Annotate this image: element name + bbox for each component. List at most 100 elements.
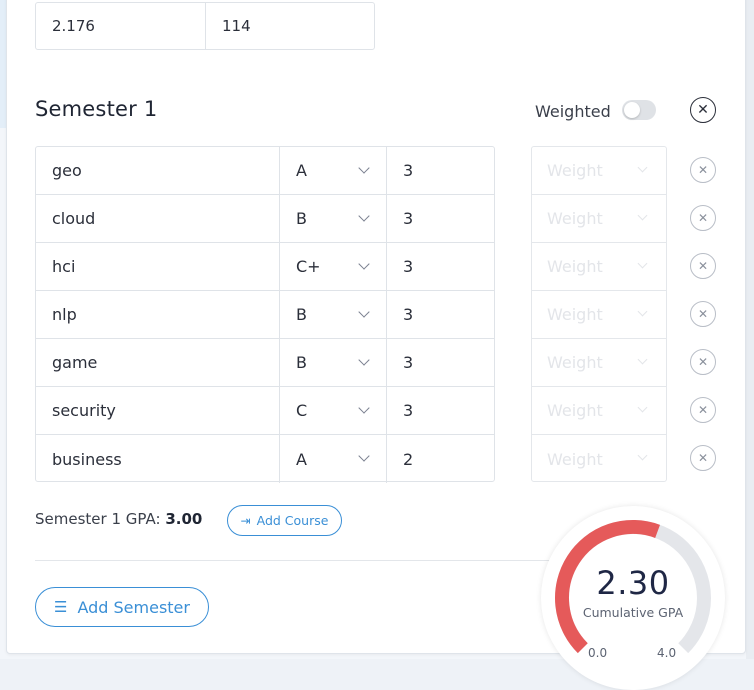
weight-placeholder: Weight xyxy=(547,161,603,180)
add-list-icon: ☰ xyxy=(54,598,68,616)
weight-placeholder: Weight xyxy=(547,401,603,420)
chevron-down-icon xyxy=(358,210,370,222)
course-name-input[interactable]: cloud xyxy=(36,195,280,242)
close-icon: ✕ xyxy=(697,307,709,321)
grade-select[interactable]: C+ xyxy=(280,243,387,290)
weight-select[interactable]: Weight xyxy=(532,291,666,339)
remove-course-button[interactable]: ✕ xyxy=(690,301,716,327)
cumulative-gpa-value: 2.30 xyxy=(596,564,670,602)
chevron-down-icon xyxy=(637,258,648,269)
grade-value: C+ xyxy=(296,257,321,276)
course-row: hci C+ 3 xyxy=(36,243,494,291)
remove-course-button[interactable]: ✕ xyxy=(690,397,716,423)
remove-course-button[interactable]: ✕ xyxy=(690,157,716,183)
credits-input[interactable]: 3 xyxy=(387,195,494,242)
remove-semester-button[interactable]: ✕ xyxy=(690,97,716,123)
grade-value: B xyxy=(296,305,307,324)
course-name-input[interactable]: security xyxy=(36,387,280,434)
chevron-down-icon xyxy=(358,450,370,462)
add-course-icon: ⇥ xyxy=(240,513,251,528)
add-course-button[interactable]: ⇥ Add Course xyxy=(227,505,342,536)
credits-input[interactable]: 3 xyxy=(387,243,494,290)
weighted-label: Weighted xyxy=(535,102,611,121)
course-name-input[interactable]: hci xyxy=(36,243,280,290)
add-course-label: Add Course xyxy=(256,513,329,528)
weighted-toggle[interactable] xyxy=(622,100,656,120)
credits-input[interactable]: 2 xyxy=(387,435,494,483)
credits-input[interactable]: 3 xyxy=(387,291,494,338)
chevron-down-icon xyxy=(637,354,648,365)
course-row: security C 3 xyxy=(36,387,494,435)
previous-credits-input[interactable]: 114 xyxy=(206,3,374,49)
cumulative-gpa-gauge: 2.30 Cumulative GPA 0.0 4.0 xyxy=(541,506,725,690)
toggle-knob xyxy=(624,102,640,118)
course-row: cloud B 3 xyxy=(36,195,494,243)
close-icon: ✕ xyxy=(697,403,709,417)
course-name-input[interactable]: geo xyxy=(36,147,280,194)
weight-select[interactable]: Weight xyxy=(532,435,666,483)
chevron-down-icon xyxy=(358,402,370,414)
credits-input[interactable]: 3 xyxy=(387,339,494,386)
semester-title[interactable]: Semester 1 xyxy=(35,97,157,121)
remove-course-button[interactable]: ✕ xyxy=(690,445,716,471)
close-icon: ✕ xyxy=(697,211,709,225)
course-table: geo A 3 cloud B 3 hci C+ 3 nlp B 3 game B 3 security C 3 b… xyxy=(35,146,495,483)
remove-course-button[interactable]: ✕ xyxy=(690,205,716,231)
course-name-input[interactable]: nlp xyxy=(36,291,280,338)
right-edge-strip xyxy=(746,0,754,659)
grade-select[interactable]: B xyxy=(280,195,387,242)
credits-input[interactable]: 3 xyxy=(387,147,494,194)
weight-select[interactable]: Weight xyxy=(532,195,666,243)
chevron-down-icon xyxy=(358,258,370,270)
grade-select[interactable]: B xyxy=(280,339,387,386)
weight-placeholder: Weight xyxy=(547,209,603,228)
course-name-input[interactable]: game xyxy=(36,339,280,386)
previous-gpa-row: 2.176 114 xyxy=(35,2,375,50)
grade-value: A xyxy=(296,449,307,469)
close-icon: ✕ xyxy=(697,451,709,465)
section-divider xyxy=(35,560,595,561)
weight-placeholder: Weight xyxy=(547,257,603,276)
semester-gpa-value: 3.00 xyxy=(165,510,203,528)
weight-select[interactable]: Weight xyxy=(532,387,666,435)
grade-value: B xyxy=(296,353,307,372)
chevron-down-icon xyxy=(637,306,648,317)
chevron-down-icon xyxy=(358,354,370,366)
chevron-down-icon xyxy=(358,162,370,174)
weight-placeholder: Weight xyxy=(547,305,603,324)
weight-select[interactable]: Weight xyxy=(532,243,666,291)
semester-gpa-label: Semester 1 GPA: xyxy=(35,510,161,528)
grade-value: B xyxy=(296,209,307,228)
close-icon: ✕ xyxy=(697,102,709,118)
cumulative-gpa-label: Cumulative GPA xyxy=(582,605,684,620)
weight-placeholder: Weight xyxy=(547,449,603,469)
gauge-min-label: 0.0 xyxy=(588,646,608,660)
close-icon: ✕ xyxy=(697,163,709,177)
course-row: business A 2 xyxy=(36,435,494,483)
chevron-down-icon xyxy=(637,402,648,413)
chevron-down-icon xyxy=(637,162,648,173)
grade-select[interactable]: C xyxy=(280,387,387,434)
weight-placeholder: Weight xyxy=(547,353,603,372)
course-row: nlp B 3 xyxy=(36,291,494,339)
grade-select[interactable]: A xyxy=(280,147,387,194)
weight-table: Weight Weight Weight Weight Weight Weight Weig… xyxy=(531,146,667,482)
grade-value: A xyxy=(296,161,307,180)
add-semester-button[interactable]: ☰ Add Semester xyxy=(35,587,209,627)
chevron-down-icon xyxy=(637,450,648,461)
weight-select[interactable]: Weight xyxy=(532,339,666,387)
remove-course-button[interactable]: ✕ xyxy=(690,253,716,279)
course-name-input[interactable]: business xyxy=(36,435,280,483)
grade-select[interactable]: A xyxy=(280,435,387,483)
grade-value: C xyxy=(296,401,308,420)
close-icon: ✕ xyxy=(697,355,709,369)
close-icon: ✕ xyxy=(697,259,709,273)
grade-select[interactable]: B xyxy=(280,291,387,338)
previous-gpa-input[interactable]: 2.176 xyxy=(36,3,206,49)
weight-select[interactable]: Weight xyxy=(532,147,666,195)
remove-course-button[interactable]: ✕ xyxy=(690,349,716,375)
credits-input[interactable]: 3 xyxy=(387,387,494,434)
chevron-down-icon xyxy=(358,306,370,318)
chevron-down-icon xyxy=(637,210,648,221)
gauge-max-label: 4.0 xyxy=(657,646,677,660)
